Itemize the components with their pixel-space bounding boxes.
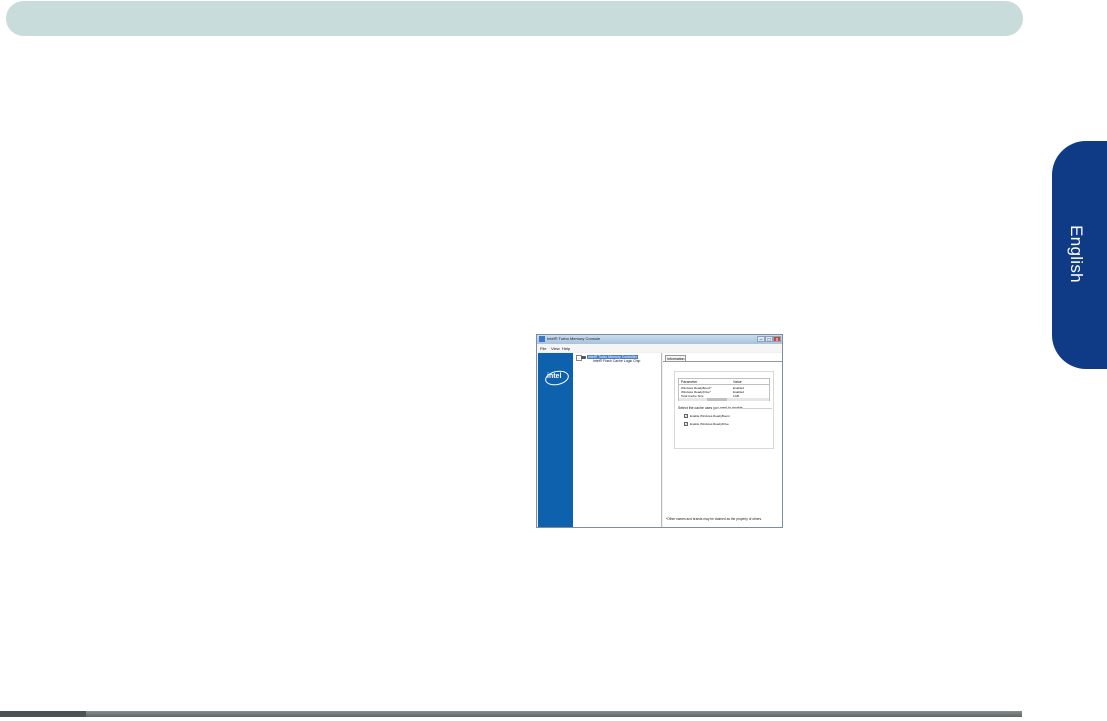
drive-icon <box>581 356 586 359</box>
minimize-button[interactable]: – <box>757 336 765 343</box>
close-button[interactable]: x <box>773 336 781 343</box>
window-title: Intel® Turbo Memory Console <box>547 336 601 341</box>
device-tree: - Intel® Turbo Memory Controller Intel® … <box>573 353 662 527</box>
menu-file[interactable]: File <box>540 346 546 351</box>
app-icon <box>539 336 545 342</box>
table-header-divider <box>679 384 769 385</box>
menu-view[interactable]: View <box>551 346 560 351</box>
readyboost-option-label[interactable]: Enable Windows ReadyBoost <box>690 414 730 418</box>
trademark-footnote: *Other names and brands may be claimed a… <box>666 517 763 521</box>
group-divider <box>717 408 772 409</box>
footer-line-accent <box>0 711 86 717</box>
menu-help[interactable]: Help <box>562 346 570 351</box>
maximize-button[interactable]: □ <box>765 336 773 343</box>
footer-line <box>0 711 1022 717</box>
menu-bar: File View Help <box>537 344 782 352</box>
information-panel: Parameter Value Windows ReadyBoost* Enab… <box>663 361 782 527</box>
tree-item-flash-cache[interactable]: Intel® Flash Cache Logic Chip <box>593 359 640 363</box>
table-horizontal-scrollbar[interactable] <box>679 398 769 401</box>
readyboost-checkbox[interactable]: ✓ <box>684 414 688 418</box>
readydrive-checkbox[interactable]: ✓ <box>684 422 688 426</box>
language-side-tab-label: English <box>1067 225 1086 283</box>
information-box: Parameter Value Windows ReadyBoost* Enab… <box>674 371 774 449</box>
brand-panel: intel <box>538 353 573 527</box>
details-pane: Information Parameter Value Windows Read… <box>663 353 782 527</box>
readydrive-option-label[interactable]: Enable Windows ReadyDrive <box>690 422 729 426</box>
header-bar <box>6 1 1023 36</box>
parameters-table: Parameter Value Windows ReadyBoost* Enab… <box>678 378 770 401</box>
turbo-memory-console-window: Intel® Turbo Memory Console – □ x File V… <box>536 334 783 528</box>
scrollbar-thumb[interactable] <box>707 398 727 401</box>
intel-logo: intel <box>547 373 562 380</box>
window-titlebar[interactable]: Intel® Turbo Memory Console – □ x <box>537 335 782 344</box>
